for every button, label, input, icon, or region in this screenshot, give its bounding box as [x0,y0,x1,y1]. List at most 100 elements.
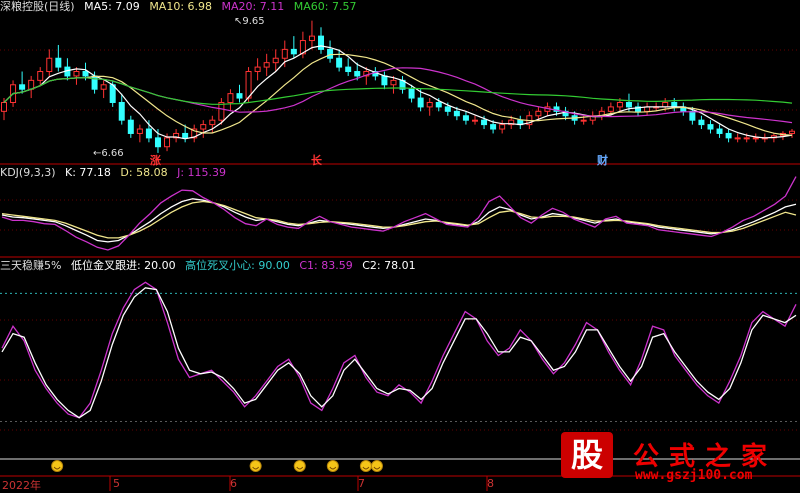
candle-body [481,119,488,126]
kdj-k-value: K: 77.18 [65,166,111,179]
kdj-k-line [1,198,797,243]
candle-body [580,119,587,122]
candle-body [28,79,35,90]
candle-body [345,66,352,73]
candle-body [417,97,424,108]
candle-body [789,130,795,134]
main-panel-title: 深粮控股(日线) [0,0,75,13]
kdj-j-value: J: 115.39 [177,166,227,179]
candle-body [698,119,705,126]
candle-body [444,106,451,112]
ma5-value: MA5: 7.09 [84,0,140,13]
candle-body [462,115,469,121]
candle-body [236,93,243,99]
candle-body [752,137,759,140]
candle-body [73,71,80,77]
signal-smiley-5 [370,460,383,472]
indicator-title: 三天稳赚5% [0,259,62,272]
candle-body [37,71,44,81]
candle-body [209,119,216,126]
candle-body [381,75,388,86]
candle-body [182,132,189,139]
watermark-logo: 股 [561,432,613,478]
candle-body [55,57,62,68]
kdj-title: KDJ(9,3,3) [0,166,56,179]
candle-body [218,101,225,121]
c2-value: C2: 78.01 [362,259,416,272]
low-price-label: ←6.66 [93,148,124,159]
candle-body [499,124,506,130]
signal-smiley-1 [249,460,262,472]
candle-body [336,57,343,68]
x-label-month-7: 7 [358,477,365,490]
candle-body [327,48,334,59]
candle-body [100,84,107,90]
candle-body [671,101,678,108]
indicator-panel-header: 三天稳赚5% 低位金叉跟进: 20.00 高位死叉小心: 90.00 C1: 8… [0,259,422,273]
signal-smiley-2 [293,460,306,472]
kdj-panel-header: KDJ(9,3,3) K: 77.18 D: 58.08 J: 115.39 [0,166,232,180]
candle-body [318,35,325,50]
candle-body [408,88,415,99]
candle-body [453,110,460,117]
high-price-label: ↖9.65 [234,16,265,27]
ma5-line [3,45,793,140]
indicator-c1-line [1,281,797,419]
candle-body [145,128,152,139]
candle-body [354,71,361,77]
candle-body [19,84,26,90]
watermark-url: www.gszj100.com [635,468,753,483]
candle-body [625,101,632,108]
candle-body [154,137,161,148]
indicator-c2-line [1,287,797,419]
candle-body [707,124,714,130]
x-label-month-6: 6 [230,477,237,490]
candle-body [227,93,234,103]
candle-body [308,35,315,42]
candle-body [200,124,207,130]
c1-value: C1: 83.59 [299,259,353,272]
candle-body [689,110,696,121]
candle-body [91,75,98,90]
candle-body [272,57,279,64]
high-cross-value: 高位死叉小心: 90.00 [185,259,290,272]
candle-body [426,101,433,108]
candle-body [662,101,669,108]
candle-body [471,119,478,122]
x-label-month-5: 5 [113,477,120,490]
signal-smiley-3 [326,460,339,472]
candle-body [281,48,288,59]
candle-body [118,101,125,121]
ma60-value: MA60: 7.57 [293,0,357,13]
watermark: 股 公式之家 www.gszj100.com [555,432,800,490]
candle-body [290,48,297,55]
candle-body [82,71,89,77]
candle-body [616,101,623,108]
x-label-month-8: 8 [487,477,494,490]
signal-smiley-4 [359,460,372,472]
candle-body [435,101,442,108]
candle-body [164,137,171,148]
candle-body [263,62,270,68]
candle-body [136,128,143,134]
event-marker-2: 长 [311,154,322,167]
ma10-value: MA10: 6.98 [149,0,213,13]
chart-canvas [0,20,800,491]
candle-body [46,57,53,73]
candle-body [245,71,252,99]
candle-body [743,137,750,140]
candle-body [1,101,7,112]
low-cross-value: 低位金叉跟进: 20.00 [70,259,176,272]
event-marker-1: 涨 [150,154,161,167]
candle-body [734,137,741,140]
candle-body [127,119,134,134]
candle-body [725,132,732,139]
ma20-value: MA20: 7.11 [221,0,285,13]
main-panel-header: 深粮控股(日线) MA5: 7.09 MA10: 6.98 MA20: 7.11… [0,0,362,14]
signal-smiley-0 [51,460,64,472]
candle-body [490,124,497,130]
candle-body [607,106,614,112]
candle-body [390,79,397,86]
candle-body [716,128,723,134]
candle-body [254,66,261,73]
